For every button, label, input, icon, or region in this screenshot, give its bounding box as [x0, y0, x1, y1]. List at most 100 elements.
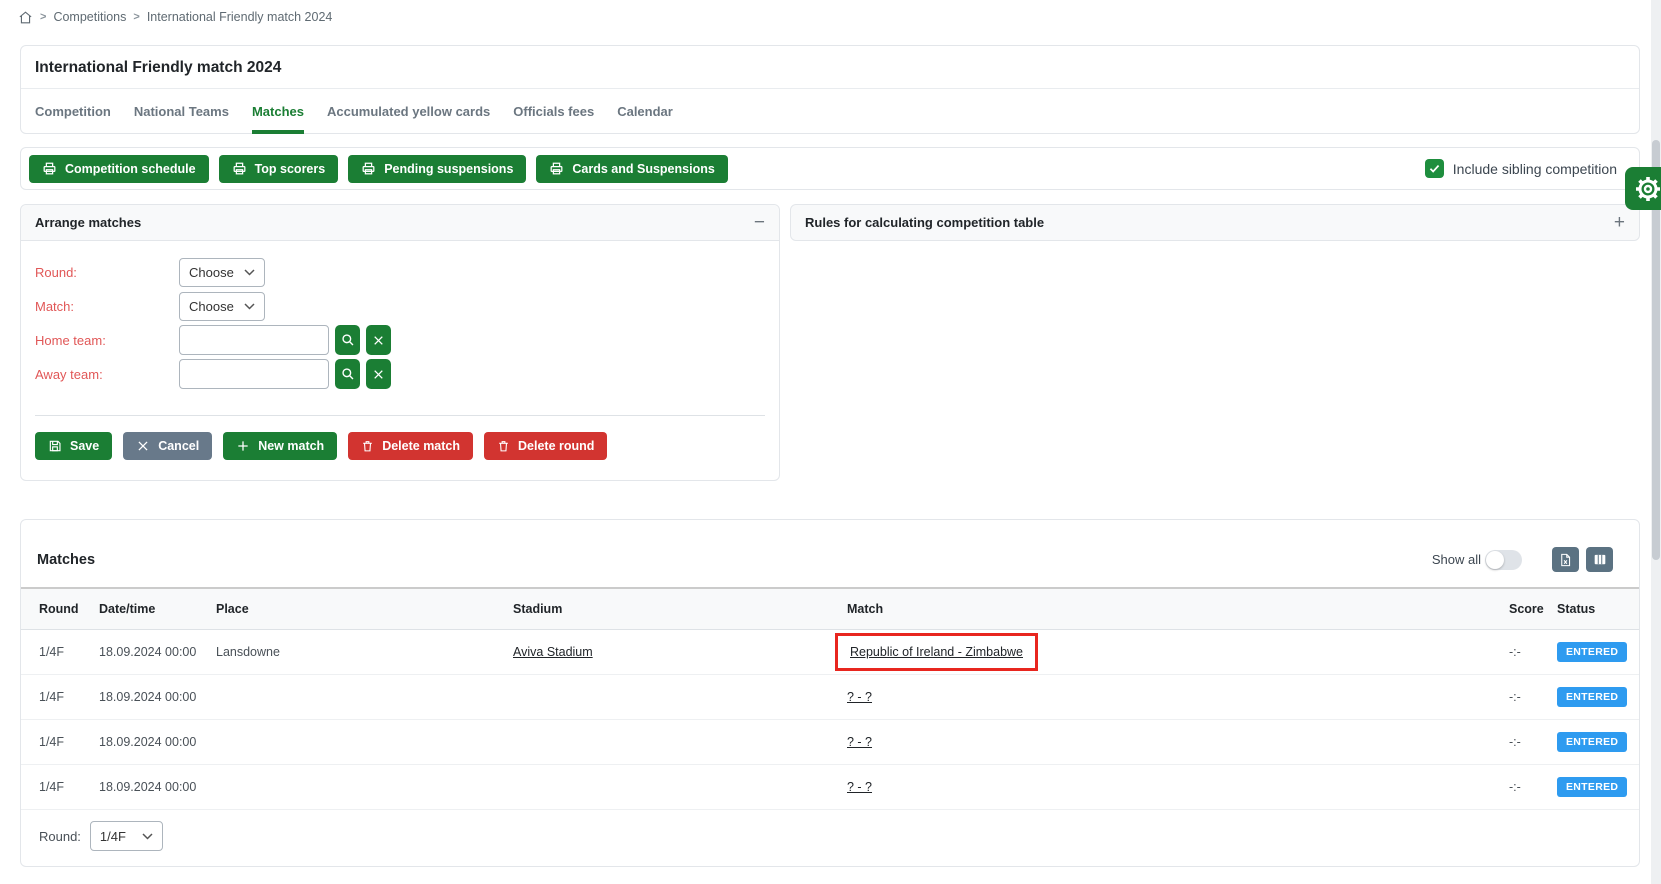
- arrange-matches-header[interactable]: Arrange matches −: [21, 205, 779, 241]
- top-scorers-button[interactable]: Top scorers: [219, 155, 339, 183]
- competition-header-card: International Friendly match 2024 Compet…: [20, 45, 1640, 134]
- round-cell: 1/4F: [21, 630, 99, 675]
- tab-matches[interactable]: Matches: [252, 89, 304, 133]
- expand-icon[interactable]: +: [1614, 216, 1625, 230]
- chevron-down-icon: [244, 269, 255, 276]
- rules-panel-header[interactable]: Rules for calculating competition table …: [791, 205, 1639, 240]
- select-value: Choose: [189, 265, 234, 280]
- tab-competition[interactable]: Competition: [35, 89, 111, 133]
- status-badge: ENTERED: [1557, 732, 1627, 752]
- plus-icon: [236, 439, 250, 453]
- page-title: International Friendly match 2024: [21, 46, 1639, 89]
- score-cell: -:-: [1509, 630, 1557, 675]
- away-team-clear-button[interactable]: [366, 359, 391, 389]
- stadium-cell: [513, 675, 847, 720]
- arrange-matches-panel: Arrange matches − Round: Choose Match:: [20, 204, 780, 481]
- trash-icon: [497, 439, 510, 453]
- round-filter-select[interactable]: 1/4F: [90, 821, 163, 851]
- datetime-cell: 18.09.2024 00:00: [99, 675, 216, 720]
- table-header-row: Round Date/time Place Stadium Match Scor…: [21, 588, 1639, 630]
- chevron-down-icon: [244, 303, 255, 310]
- round-filter-label: Round:: [39, 829, 81, 844]
- show-all-toggle[interactable]: [1485, 550, 1522, 570]
- place-cell: [216, 765, 513, 810]
- cards-and-suspensions-button[interactable]: Cards and Suspensions: [536, 155, 727, 183]
- score-cell: -:-: [1509, 720, 1557, 765]
- table-row: 1/4F 18.09.2024 00:00 ? - ? -:- ENTERED: [21, 675, 1639, 720]
- tab-accumulated-yellow-cards[interactable]: Accumulated yellow cards: [327, 89, 490, 133]
- stadium-link[interactable]: Aviva Stadium: [513, 645, 593, 659]
- collapse-icon[interactable]: −: [754, 216, 765, 230]
- button-label: Pending suspensions: [384, 162, 513, 176]
- away-team-search-button[interactable]: [335, 359, 360, 389]
- matches-table: Round Date/time Place Stadium Match Scor…: [21, 587, 1639, 810]
- competition-schedule-button[interactable]: Competition schedule: [29, 155, 209, 183]
- pending-suspensions-button[interactable]: Pending suspensions: [348, 155, 526, 183]
- export-file-button[interactable]: [1552, 547, 1579, 572]
- stadium-cell: [513, 720, 847, 765]
- column-datetime: Date/time: [99, 588, 216, 630]
- match-link[interactable]: ? - ?: [847, 690, 872, 704]
- table-columns-icon: [1592, 552, 1608, 567]
- column-stadium: Stadium: [513, 588, 847, 630]
- home-icon[interactable]: [18, 10, 33, 25]
- round-field-label: Round:: [35, 265, 179, 280]
- breadcrumb-separator: >: [133, 11, 139, 23]
- tab-national-teams[interactable]: National Teams: [134, 89, 229, 133]
- arrange-matches-title: Arrange matches: [35, 215, 141, 230]
- column-status: Status: [1557, 588, 1639, 630]
- save-icon: [48, 439, 62, 453]
- breadcrumb-item-competitions[interactable]: Competitions: [53, 10, 126, 24]
- match-link[interactable]: ? - ?: [847, 780, 872, 794]
- home-team-search-button[interactable]: [335, 325, 360, 355]
- search-icon: [341, 333, 355, 347]
- tab-calendar[interactable]: Calendar: [617, 89, 673, 133]
- datetime-cell: 18.09.2024 00:00: [99, 720, 216, 765]
- column-match: Match: [847, 588, 1509, 630]
- place-cell: Lansdowne: [216, 630, 513, 675]
- table-row: 1/4F 18.09.2024 00:00 ? - ? -:- ENTERED: [21, 720, 1639, 765]
- match-select[interactable]: Choose: [179, 292, 265, 321]
- close-icon: [372, 368, 385, 381]
- search-icon: [341, 367, 355, 381]
- round-cell: 1/4F: [21, 675, 99, 720]
- include-sibling-competition-checkbox[interactable]: [1425, 159, 1444, 178]
- column-round: Round: [21, 588, 99, 630]
- trash-icon: [361, 439, 374, 453]
- match-link[interactable]: ? - ?: [847, 735, 872, 749]
- columns-button[interactable]: [1586, 547, 1613, 572]
- home-team-input[interactable]: [179, 325, 329, 355]
- place-cell: [216, 720, 513, 765]
- close-icon: [136, 439, 150, 453]
- printer-icon: [42, 161, 57, 176]
- match-field-label: Match:: [35, 299, 179, 314]
- delete-match-button[interactable]: Delete match: [348, 432, 473, 460]
- delete-round-button[interactable]: Delete round: [484, 432, 607, 460]
- gear-icon: [1634, 175, 1661, 203]
- chevron-down-icon: [142, 833, 153, 840]
- save-button[interactable]: Save: [35, 432, 112, 460]
- new-match-button[interactable]: New match: [223, 432, 337, 460]
- score-cell: -:-: [1509, 765, 1557, 810]
- match-link[interactable]: Republic of Ireland - Zimbabwe: [850, 645, 1023, 659]
- scrollbar-track[interactable]: [1651, 0, 1661, 884]
- button-label: Top scorers: [255, 162, 326, 176]
- select-value: 1/4F: [100, 829, 126, 844]
- reports-toolbar: Competition schedule Top scorers Pending…: [20, 147, 1640, 190]
- button-label: Save: [70, 439, 99, 453]
- breadcrumb: > Competitions > International Friendly …: [0, 0, 1661, 34]
- cancel-button[interactable]: Cancel: [123, 432, 212, 460]
- away-team-input[interactable]: [179, 359, 329, 389]
- printer-icon: [232, 161, 247, 176]
- matches-panel: Matches Show all: [20, 519, 1640, 867]
- select-value: Choose: [189, 299, 234, 314]
- away-team-field-label: Away team:: [35, 367, 179, 382]
- button-label: Competition schedule: [65, 162, 196, 176]
- round-select[interactable]: Choose: [179, 258, 265, 287]
- button-label: Cancel: [158, 439, 199, 453]
- matches-title: Matches: [37, 552, 95, 568]
- tab-officials-fees[interactable]: Officials fees: [513, 89, 594, 133]
- home-team-field-label: Home team:: [35, 333, 179, 348]
- settings-button[interactable]: [1625, 167, 1661, 210]
- home-team-clear-button[interactable]: [366, 325, 391, 355]
